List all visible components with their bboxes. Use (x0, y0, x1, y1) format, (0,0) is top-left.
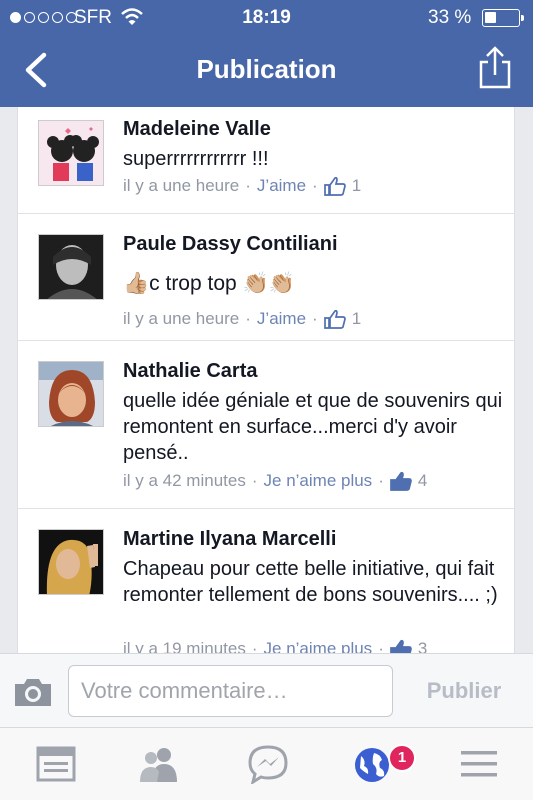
camera-icon[interactable] (12, 675, 54, 709)
notifications-badge: 1 (388, 744, 416, 772)
comment-time: il y a une heure (123, 176, 240, 195)
status-bar: SFR 18:19 33 % (0, 0, 533, 36)
avatar[interactable] (38, 120, 104, 186)
unlike-button[interactable]: Je n’aime plus (264, 471, 373, 491)
menu-icon[interactable] (457, 744, 501, 784)
avatar-image (39, 530, 103, 594)
comment-author[interactable]: Madeleine Valle (123, 118, 271, 141)
comment-meta: il y a une heure · J’aime · 1 (123, 176, 362, 196)
comment-author[interactable]: Martine Ilyana Marcelli (123, 528, 336, 551)
comment-meta: il y a 19 minutes · Je n’aime plus · 3 (123, 639, 427, 653)
avatar[interactable] (38, 529, 104, 595)
comment-text: 👍🏼c trop top 👏🏼👏🏼 (123, 272, 295, 295)
avatar[interactable] (38, 361, 104, 427)
thumbs-up-icon (323, 309, 346, 329)
comment-meta: il y a une heure · J’aime · 1 (123, 309, 362, 329)
comment-text: Chapeau pour cette belle initiative, qui… (123, 558, 498, 606)
avatar[interactable] (38, 234, 104, 300)
publish-button[interactable]: Publier (405, 672, 523, 710)
thumbs-up-icon (323, 176, 346, 196)
comment-item: Madeleine Valle superrrrrrrrrrrr !!! il … (18, 107, 514, 214)
unlike-button[interactable]: Je n’aime plus (264, 639, 373, 653)
battery-icon (482, 9, 524, 27)
comment-meta: il y a 42 minutes · Je n’aime plus · 4 (123, 471, 428, 491)
thumbs-up-icon (390, 471, 412, 491)
like-count: 4 (417, 471, 428, 490)
comment-time: il y a 42 minutes (123, 471, 246, 490)
avatar-image (39, 235, 103, 299)
share-button[interactable] (478, 46, 512, 90)
comment-author[interactable]: Nathalie Carta (123, 360, 258, 383)
like-button[interactable]: J’aime (257, 176, 306, 196)
top-bar: SFR 18:19 33 % Publication (0, 0, 533, 107)
comment-text: quelle idée géniale et que de souvenirs … (123, 390, 503, 464)
comment-text: superrrrrrrrrrrr !!! (123, 148, 269, 170)
page-title: Publication (196, 54, 337, 84)
avatar-image (39, 121, 103, 185)
tab-bar: 1 (0, 727, 533, 800)
friends-icon[interactable] (137, 744, 181, 784)
comment-author[interactable]: Paule Dassy Contiliani (123, 233, 338, 256)
comment-item: Nathalie Carta quelle idée géniale et qu… (18, 341, 514, 509)
like-count: 1 (351, 176, 362, 195)
news-feed-icon[interactable] (34, 744, 78, 784)
comment-composer: Publier (0, 653, 533, 727)
battery-level-fill (485, 12, 496, 23)
comment-item: Paule Dassy Contiliani 👍🏼c trop top 👏🏼👏🏼… (18, 214, 514, 341)
avatar-image (39, 362, 103, 426)
messenger-icon[interactable] (246, 744, 290, 784)
comment-time: il y a 19 minutes (123, 639, 246, 653)
like-button[interactable]: J’aime (257, 309, 306, 329)
like-count: 3 (417, 639, 428, 653)
like-count: 1 (351, 309, 362, 328)
comments-list[interactable]: Madeleine Valle superrrrrrrrrrrr !!! il … (17, 107, 515, 653)
navigation-bar: Publication (0, 36, 533, 107)
comment-item: Martine Ilyana Marcelli Chapeau pour cet… (18, 509, 514, 653)
battery-percentage: 33 % (428, 7, 472, 28)
comment-input[interactable] (68, 665, 393, 717)
thumbs-up-icon (390, 639, 412, 653)
comment-time: il y a une heure (123, 309, 240, 328)
